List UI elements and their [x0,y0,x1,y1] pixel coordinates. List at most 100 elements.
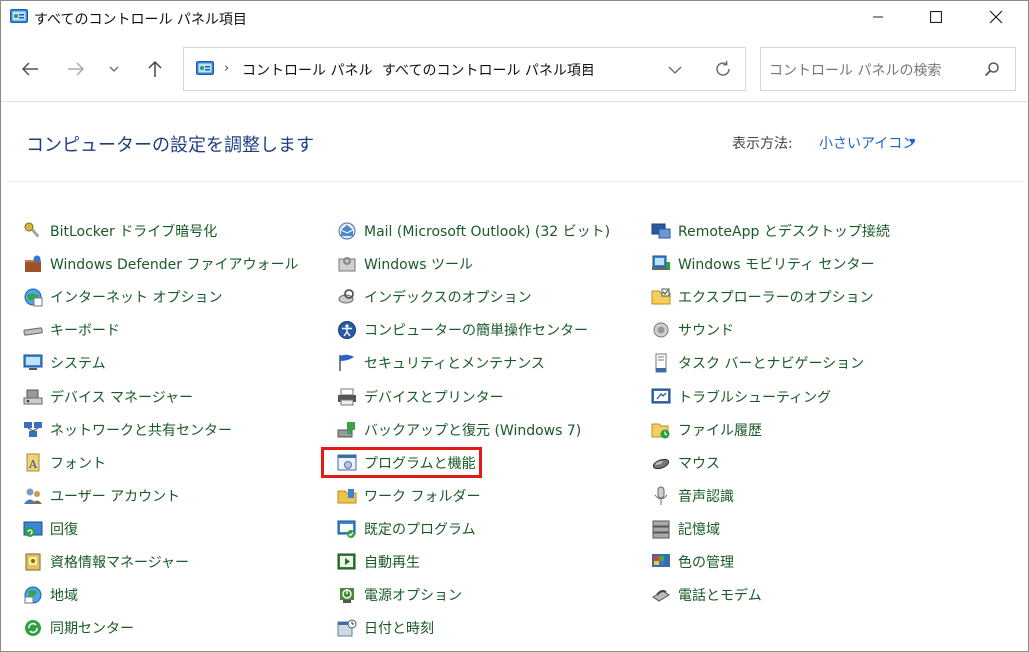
control-panel-item-label: サウンド [678,323,734,339]
breadcrumb-separator-icon[interactable]: › [584,61,589,76]
up-button[interactable] [138,52,172,86]
control-panel-item[interactable]: 電話とモデム [651,583,762,607]
control-panel-item[interactable]: コンピューターの簡単操作センター [337,318,588,342]
address-bar[interactable]: › コントロール パネル › すべてのコントロール パネル項目 › [183,47,746,91]
chevron-down-icon [109,66,119,72]
control-panel-item-label: 同期センター [50,621,134,637]
control-panel-item[interactable]: BitLocker ドライブ暗号化 [23,219,217,243]
control-panel-item-label: デバイスとプリンター [364,390,504,406]
control-panel-item[interactable]: キーボード [23,318,120,342]
address-history-chevron-icon[interactable] [668,66,682,75]
search-input[interactable]: コントロール パネルの検索 [769,60,941,80]
refresh-icon[interactable] [714,60,732,78]
folder-options-icon [651,288,671,305]
control-panel-item[interactable]: 記憶域 [651,517,720,541]
printer-icon [338,388,356,406]
work-folder-icon [337,489,357,504]
maximize-button[interactable] [906,1,966,33]
control-panel-item[interactable]: セキュリティとメンテナンス [337,351,545,375]
control-panel-item[interactable]: ネットワークと共有センター [23,418,232,442]
control-panel-item[interactable]: A フォント [23,451,106,475]
control-panel-item[interactable]: ワーク フォルダー [337,484,480,508]
control-panel-item[interactable]: 同期センター [23,616,134,640]
control-panel-item[interactable]: Windows ツール [337,252,473,276]
control-panel-item[interactable]: 色の管理 [651,550,734,574]
control-panel-item[interactable]: RemoteApp とデスクトップ接続 [651,219,890,243]
breadcrumb-separator-icon[interactable]: › [224,61,229,76]
control-panel-item-label: マウス [678,456,720,472]
control-panel-item-label: タスク バーとナビゲーション [678,356,865,372]
control-panel-item-label: キーボード [50,323,120,339]
dropdown-caret-icon[interactable]: ▼ [909,137,915,146]
control-panel-item[interactable]: インデックスのオプション [337,285,532,309]
mail-icon [338,222,356,240]
control-panel-item-label: フォント [50,456,106,472]
minimize-icon [873,16,883,18]
control-panel-item[interactable]: システム [23,351,106,375]
control-panel-item-label: 音声認識 [678,489,734,505]
back-button[interactable] [13,52,47,86]
control-panel-item-label: 回復 [50,522,78,538]
control-panel-item[interactable]: Windows モビリティ センター [651,252,875,276]
control-panel-item[interactable]: エクスプローラーのオプション [651,285,874,309]
control-panel-item-label: コンピューターの簡単操作センター [364,323,588,339]
control-panel-item[interactable]: 既定のプログラム [337,517,476,541]
control-panel-item-label: 色の管理 [678,555,734,571]
control-panel-item[interactable]: 資格情報マネージャー [23,550,189,574]
control-panel-item[interactable]: バックアップと復元 (Windows 7) [337,418,581,442]
control-panel-item[interactable]: Mail (Microsoft Outlook) (32 ビット) [337,219,610,243]
forward-button[interactable] [59,52,93,86]
control-panel-item[interactable]: 日付と時刻 [337,616,434,640]
control-panel-item[interactable]: トラブルシューティング [651,385,831,409]
control-panel-item[interactable]: 音声認識 [651,484,734,508]
control-panel-item-label: 電源オプション [364,588,462,604]
close-button[interactable] [966,1,1026,33]
content-divider [6,181,1023,182]
arrow-left-icon [21,62,38,76]
control-panel-item[interactable]: 回復 [23,517,78,541]
control-panel-item-label: 地域 [50,588,78,604]
breadcrumb-all-items[interactable]: すべてのコントロール パネル項目 [382,60,595,80]
taskbar-icon [655,353,667,373]
control-panel-item-label: 日付と時刻 [364,621,434,637]
control-panel-item-label: ネットワークと共有センター [50,423,232,439]
breadcrumb-control-panel[interactable]: コントロール パネル [242,60,372,80]
control-panel-item[interactable]: インターネット オプション [23,285,222,309]
control-panel-item-label: インデックスのオプション [364,290,532,306]
page-title: コンピューターの設定を調整します [26,135,314,156]
control-panel-item[interactable]: 地域 [23,583,78,607]
control-panel-item[interactable]: サウンド [651,318,734,342]
control-panel-item-label: セキュリティとメンテナンス [364,356,545,372]
control-panel-item[interactable]: 自動再生 [337,550,420,574]
breadcrumb-separator-icon[interactable]: › [364,61,369,76]
control-panel-item[interactable]: デバイス マネージャー [23,385,193,409]
control-panel-item[interactable]: マウス [651,451,720,475]
control-panel-item[interactable]: Windows Defender ファイアウォール [23,252,298,276]
control-panel-window: すべてのコントロール パネル項目 › コントロール パネル › すべてのコントロ… [0,0,1029,652]
recovery-icon [23,521,43,537]
control-panel-item-label: エクスプローラーのオプション [678,290,874,306]
control-panel-item[interactable]: タスク バーとナビゲーション [651,351,864,375]
microphone-icon [654,486,668,505]
control-panel-item-label: トラブルシューティング [678,390,832,406]
control-panel-item[interactable]: 電源オプション [337,583,462,607]
control-panel-item[interactable]: ファイル履歴 [651,418,762,442]
navigation-toolbar: › コントロール パネル › すべてのコントロール パネル項目 › コントロール… [1,35,1028,101]
title-bar: すべてのコントロール パネル項目 [1,1,1028,35]
search-box[interactable]: コントロール パネルの検索 [760,47,1016,91]
color-management-icon [652,554,670,567]
control-panel-item[interactable]: ユーザー アカウント [23,484,180,508]
control-panel-item-label: Windows Defender ファイアウォール [50,257,299,273]
search-icon[interactable] [984,61,1000,77]
backup-icon [337,422,355,438]
view-by-dropdown[interactable]: 小さいアイコン [819,133,916,153]
accessibility-icon [338,321,356,339]
minimize-button[interactable] [848,1,908,33]
speaker-icon [653,322,669,338]
control-panel-item-label: Windows ツール [364,257,473,273]
control-panel-item[interactable]: デバイスとプリンター [337,385,504,409]
recent-locations-button[interactable] [99,52,129,86]
control-panel-item-label: 自動再生 [364,555,420,571]
users-icon [24,488,42,504]
mobility-icon [652,255,670,270]
